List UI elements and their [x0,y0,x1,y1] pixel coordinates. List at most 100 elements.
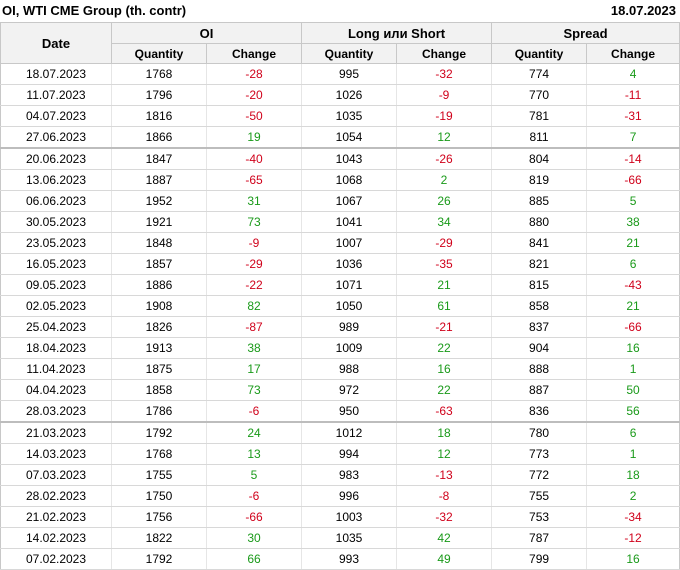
spread-change-cell: 16 [586,548,680,570]
date-cell: 07.03.2023 [0,464,112,486]
oi-quantity-cell: 1866 [111,126,207,149]
spread-change-cell: 7 [586,126,680,149]
group-header-long-short: Long или Short [301,22,493,44]
table-row: 21.02.2023 1756 -66 1003 -32 753 -34 [0,506,680,528]
ls-quantity-cell: 1007 [301,232,397,254]
table-body: 18.07.2023 1768 -28 995 -32 774 4 11.07.2023 179… [0,63,680,570]
spread-quantity-cell: 780 [491,421,587,444]
ls-quantity-cell: 1012 [301,421,397,444]
date-cell: 30.05.2023 [0,211,112,233]
table-row: 04.07.2023 1816 -50 1035 -19 781 -31 [0,105,680,127]
ls-quantity-cell: 988 [301,358,397,380]
oi-quantity-cell: 1768 [111,443,207,465]
table-row: 16.05.2023 1857 -29 1036 -35 821 6 [0,253,680,275]
column-header: Quantity [301,43,398,64]
title-bar: OI, WTI CME Group (th. contr) 18.07.2023 [0,0,680,22]
spread-change-cell: 4 [586,63,680,85]
date-cell: 02.05.2023 [0,295,112,317]
spread-quantity-cell: 799 [491,548,587,570]
table-row: 18.04.2023 1913 38 1009 22 904 16 [0,337,680,359]
table-row: 28.03.2023 1786 -6 950 -63 836 56 [0,400,680,423]
ls-change-cell: 34 [396,211,492,233]
ls-quantity-cell: 1026 [301,84,397,106]
table-row: 27.06.2023 1866 19 1054 12 811 7 [0,126,680,149]
oi-change-cell: -6 [205,400,302,423]
ls-quantity-cell: 989 [301,316,397,338]
ls-change-cell: 22 [396,337,492,359]
oi-change-cell: 24 [205,421,302,444]
ls-change-cell: -19 [396,105,492,127]
ls-quantity-cell: 1054 [301,126,397,149]
table-row: 20.06.2023 1847 -40 1043 -26 804 -14 [0,147,680,170]
ls-change-cell: -32 [396,63,492,85]
date-cell: 04.07.2023 [0,105,112,127]
spread-change-cell: -66 [586,316,680,338]
oi-change-cell: -28 [205,63,302,85]
date-cell: 09.05.2023 [0,274,112,296]
oi-change-cell: 82 [205,295,302,317]
table-row: 28.02.2023 1750 -6 996 -8 755 2 [0,485,680,507]
ls-quantity-cell: 1067 [301,190,397,212]
spread-quantity-cell: 888 [491,358,587,380]
date-cell: 07.02.2023 [0,548,112,570]
column-header: Quantity [491,43,588,64]
oi-quantity-cell: 1887 [111,169,207,191]
date-cell: 21.02.2023 [0,506,112,528]
table-row: 14.02.2023 1822 30 1035 42 787 -12 [0,527,680,549]
ls-quantity-cell: 1036 [301,253,397,275]
ls-change-cell: 26 [396,190,492,212]
ls-change-cell: 42 [396,527,492,549]
spread-change-cell: 5 [586,190,680,212]
ls-quantity-cell: 1043 [301,147,397,170]
spread-quantity-cell: 837 [491,316,587,338]
ls-quantity-cell: 1035 [301,105,397,127]
ls-quantity-cell: 972 [301,379,397,401]
oi-quantity-cell: 1796 [111,84,207,106]
oi-quantity-cell: 1952 [111,190,207,212]
spread-change-cell: 6 [586,421,680,444]
table-row: 06.06.2023 1952 31 1067 26 885 5 [0,190,680,212]
oi-quantity-cell: 1858 [111,379,207,401]
oi-quantity-cell: 1875 [111,358,207,380]
oi-change-cell: -22 [205,274,302,296]
spread-quantity-cell: 755 [491,485,587,507]
oi-change-cell: 66 [205,548,302,570]
spread-change-cell: 2 [586,485,680,507]
ls-quantity-cell: 1041 [301,211,397,233]
ls-change-cell: 21 [396,274,492,296]
ls-quantity-cell: 1003 [301,506,397,528]
oi-quantity-cell: 1822 [111,527,207,549]
date-cell: 21.03.2023 [0,421,112,444]
spread-change-cell: -43 [586,274,680,296]
column-header: Quantity [111,43,207,64]
spread-quantity-cell: 821 [491,253,587,275]
ls-quantity-cell: 1050 [301,295,397,317]
oi-change-cell: 17 [205,358,302,380]
table-row: 09.05.2023 1886 -22 1071 21 815 -43 [0,274,680,296]
date-cell: 11.07.2023 [0,84,112,106]
ls-quantity-cell: 1035 [301,527,397,549]
spread-quantity-cell: 781 [491,105,587,127]
spread-change-cell: -66 [586,169,680,191]
table-row: 04.04.2023 1858 73 972 22 887 50 [0,379,680,401]
oi-change-cell: -66 [205,506,302,528]
ls-quantity-cell: 1009 [301,337,397,359]
column-header: Change [396,43,493,64]
table-row: 11.07.2023 1796 -20 1026 -9 770 -11 [0,84,680,106]
oi-quantity-cell: 1750 [111,485,207,507]
ls-change-cell: -8 [396,485,492,507]
oi-change-cell: 73 [205,211,302,233]
ls-change-cell: -32 [396,506,492,528]
date-cell: 14.03.2023 [0,443,112,465]
ls-change-cell: 12 [396,443,492,465]
column-header: Change [586,43,680,64]
oi-quantity-cell: 1886 [111,274,207,296]
ls-change-cell: -9 [396,84,492,106]
oi-change-cell: -6 [205,485,302,507]
spread-quantity-cell: 858 [491,295,587,317]
spread-change-cell: 50 [586,379,680,401]
ls-change-cell: -26 [396,147,492,170]
oi-quantity-cell: 1913 [111,337,207,359]
oi-change-cell: 73 [205,379,302,401]
spread-change-cell: 56 [586,400,680,423]
